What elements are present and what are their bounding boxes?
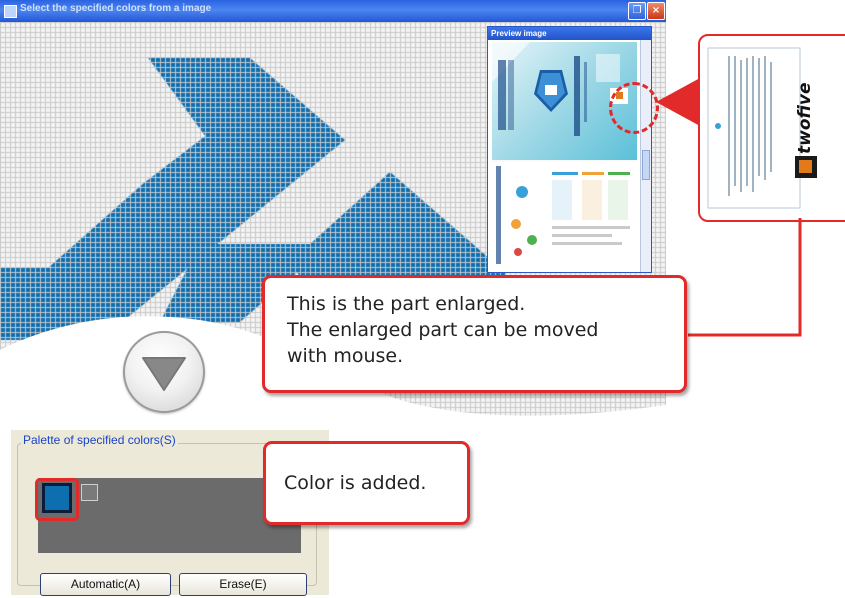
preview-title: Preview image	[488, 27, 651, 40]
color-added-note: Color is added.	[263, 441, 470, 525]
enlarged-area-marker	[609, 82, 659, 134]
app-icon	[4, 5, 17, 18]
note-line-3: with mouse.	[287, 345, 404, 367]
maximize-button[interactable]: ❐	[628, 2, 646, 20]
preview-body-graphic	[496, 166, 630, 264]
preview-body-section	[492, 162, 637, 268]
close-icon: ×	[651, 5, 661, 16]
down-arrow-icon	[142, 357, 186, 391]
title-bar: Select the specified colors from a image…	[0, 0, 666, 22]
automatic-button[interactable]: Automatic(A)	[40, 573, 171, 596]
note-line-2: The enlarged part can be moved	[287, 319, 599, 341]
maximize-icon: ❐	[632, 5, 642, 16]
zoom-detail-callout: twofive	[698, 34, 845, 222]
window-title: Select the specified colors from a image	[20, 3, 212, 14]
callout-arrow	[656, 78, 700, 126]
palette-legend: Palette of specified colors(S)	[21, 433, 178, 447]
close-button[interactable]: ×	[647, 2, 665, 20]
empty-swatch[interactable]	[81, 484, 98, 501]
preview-panel: Preview image	[487, 26, 652, 273]
erase-button[interactable]: Erase(E)	[179, 573, 307, 596]
swatch-highlight-marker	[35, 478, 79, 521]
enlarged-part-note: This is the part enlarged. The enlarged …	[262, 275, 687, 393]
preview-image[interactable]	[492, 42, 637, 268]
zoom-detail-graphic: twofive	[707, 47, 817, 209]
down-arrow-button	[123, 331, 205, 413]
note-line-1: This is the part enlarged.	[287, 293, 526, 315]
twofive-logo-text: twofive	[795, 82, 815, 154]
preview-scrollbar[interactable]	[640, 40, 651, 272]
preview-scroll-thumb[interactable]	[642, 150, 650, 180]
